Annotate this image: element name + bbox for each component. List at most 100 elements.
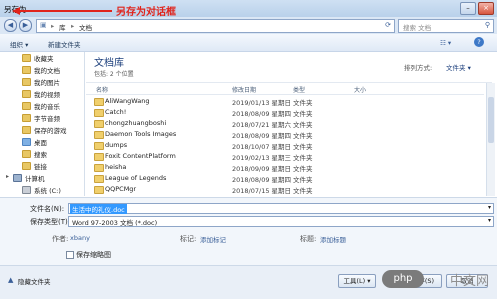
folder-icon bbox=[22, 114, 31, 122]
author-field[interactable]: xbany bbox=[70, 234, 90, 242]
folder-icon bbox=[94, 186, 104, 194]
folder-icon bbox=[94, 131, 104, 139]
nav-item-system-drive[interactable]: 系统 (C:) bbox=[0, 184, 84, 195]
folder-icon bbox=[94, 120, 104, 128]
nav-item-my-pictures[interactable]: 我的图片 bbox=[0, 76, 84, 87]
file-name: League of Legends bbox=[105, 174, 167, 182]
file-type: 文件夹 bbox=[293, 121, 313, 129]
collapse-icon[interactable]: ▲ bbox=[8, 276, 13, 284]
breadcrumb-separator-icon: ▸ bbox=[51, 22, 55, 30]
folder-icon bbox=[94, 164, 104, 172]
search-icon[interactable]: ⚲ bbox=[485, 21, 490, 29]
file-type: 文件夹 bbox=[293, 99, 313, 107]
nav-item-my-videos[interactable]: 我的视频 bbox=[0, 88, 84, 99]
file-date: 2018/07/21 星期六 bbox=[232, 121, 292, 129]
file-row[interactable]: heisha 2018/09/09 星期日 文件夹 bbox=[86, 162, 484, 173]
file-row[interactable]: QQPCMgr 2018/07/15 星期日 文件夹 bbox=[86, 184, 484, 195]
nav-item-my-documents[interactable]: 我的文档 bbox=[0, 64, 84, 75]
folder-icon bbox=[22, 66, 31, 74]
arrange-label: 排列方式: bbox=[404, 64, 433, 72]
organize-menu[interactable]: 组织 ▾ bbox=[10, 39, 28, 49]
file-name: AliWangWang bbox=[105, 97, 150, 105]
filename-value: 生活中的礼仪.doc bbox=[70, 204, 127, 214]
breadcrumb-separator-icon: ▸ bbox=[71, 22, 75, 30]
scrollbar-thumb[interactable] bbox=[488, 97, 494, 143]
title-field[interactable]: 添加标题 bbox=[320, 234, 346, 244]
nav-item-search[interactable]: 搜索 bbox=[0, 148, 84, 159]
folder-icon bbox=[22, 150, 31, 158]
folder-icon bbox=[94, 175, 104, 183]
library-title: 文档库 bbox=[94, 58, 124, 69]
chevron-down-icon[interactable]: ▾ bbox=[488, 217, 491, 224]
chevron-down-icon[interactable]: ▾ bbox=[488, 204, 491, 211]
thumbnail-checkbox[interactable] bbox=[66, 251, 74, 259]
file-list-scrollbar[interactable] bbox=[486, 83, 495, 196]
address-bar[interactable]: ▣ ▸ 库 ▸ 文档 ⟳ bbox=[36, 19, 395, 33]
back-button[interactable]: ◀ bbox=[4, 19, 17, 32]
nav-item-audio[interactable]: 字节音频 bbox=[0, 112, 84, 123]
minimize-button[interactable]: – bbox=[460, 2, 476, 15]
file-row[interactable]: AliWangWang 2019/01/13 星期日 文件夹 bbox=[86, 96, 484, 107]
nav-item-computer[interactable]: ▸ 计算机 bbox=[0, 172, 84, 183]
column-date[interactable]: 修改日期 bbox=[232, 85, 256, 94]
tags-field[interactable]: 添加标记 bbox=[200, 234, 226, 244]
file-row[interactable]: Catch! 2018/08/09 星期四 文件夹 bbox=[86, 107, 484, 118]
folder-icon bbox=[22, 78, 31, 86]
search-placeholder: 搜索 文档 bbox=[403, 24, 432, 32]
column-type[interactable]: 类型 bbox=[293, 85, 305, 94]
library-header: 文档库 包括: 2 个位置 排列方式: 文件夹 ▾ bbox=[86, 52, 492, 83]
drive-icon bbox=[22, 186, 31, 194]
folder-icon bbox=[94, 142, 104, 150]
savetype-select[interactable]: Word 97-2003 文档 (*.doc) ▾ bbox=[68, 216, 494, 227]
library-subtitle[interactable]: 包括: 2 个位置 bbox=[94, 69, 134, 78]
file-row[interactable]: League of Legends 2018/08/09 星期四 文件夹 bbox=[86, 173, 484, 184]
nav-item-favorites[interactable]: 收藏夹 bbox=[0, 52, 84, 63]
annotation-arrow bbox=[16, 10, 112, 12]
filename-field[interactable]: 生活中的礼仪.doc ▾ bbox=[68, 203, 494, 214]
file-type: 文件夹 bbox=[293, 110, 313, 118]
file-date: 2018/08/09 星期四 bbox=[232, 132, 292, 140]
annotation-arrowhead bbox=[12, 7, 20, 15]
arrange-dropdown[interactable]: 文件夹 ▾ bbox=[446, 62, 471, 72]
nav-item-my-music[interactable]: 我的音乐 bbox=[0, 100, 84, 111]
title-label: 标题: bbox=[300, 235, 317, 243]
file-date: 2018/08/09 星期四 bbox=[232, 110, 292, 118]
nav-item-links[interactable]: 链接 bbox=[0, 160, 84, 171]
column-name[interactable]: 名称 bbox=[96, 85, 108, 94]
file-type: 文件夹 bbox=[293, 165, 313, 173]
watermark-text: 中文网 bbox=[449, 274, 489, 289]
forward-button[interactable]: ▶ bbox=[19, 19, 32, 32]
hide-folders-button[interactable]: 隐藏文件夹 bbox=[18, 276, 51, 286]
close-button[interactable]: × bbox=[478, 2, 494, 15]
file-row[interactable]: Daemon Tools Images 2018/08/09 星期四 文件夹 bbox=[86, 129, 484, 140]
folder-icon bbox=[22, 126, 31, 134]
folder-icon bbox=[94, 109, 104, 117]
annotation-label: 另存为对话框 bbox=[116, 7, 176, 18]
new-folder-button[interactable]: 新建文件夹 bbox=[48, 39, 81, 49]
column-headers: 名称 修改日期 类型 大小 bbox=[86, 83, 484, 95]
refresh-icon[interactable]: ⟳ bbox=[385, 21, 391, 29]
navigation-pane: 收藏夹 我的文档 我的图片 我的视频 我的音乐 字节音频 保存的游戏 桌面 搜索… bbox=[0, 52, 85, 196]
file-date: 2018/08/09 星期四 bbox=[232, 176, 292, 184]
savetype-value: Word 97-2003 文档 (*.doc) bbox=[72, 219, 158, 227]
expand-arrow-icon[interactable]: ▸ bbox=[6, 173, 9, 180]
tools-button[interactable]: 工具(L) ▾ bbox=[338, 274, 376, 288]
breadcrumb-documents[interactable]: 文档 bbox=[79, 22, 92, 32]
address-row: ◀ ▶ ▣ ▸ 库 ▸ 文档 ⟳ 搜索 文档 ⚲ bbox=[0, 17, 497, 34]
file-row[interactable]: Foxit ContentPlatform 2019/02/13 星期三 文件夹 bbox=[86, 151, 484, 162]
folder-icon bbox=[22, 54, 31, 62]
help-button[interactable]: ? bbox=[474, 37, 484, 47]
column-size[interactable]: 大小 bbox=[354, 85, 366, 94]
savetype-label: 保存类型(T): bbox=[30, 218, 71, 226]
search-input[interactable]: 搜索 文档 ⚲ bbox=[398, 19, 494, 33]
title-bar: 另存为 – × bbox=[0, 0, 497, 18]
file-row[interactable]: dumps 2018/10/07 星期日 文件夹 bbox=[86, 140, 484, 151]
view-options-icon[interactable]: ☷ ▾ bbox=[440, 39, 451, 47]
breadcrumb-library[interactable]: 库 bbox=[59, 22, 66, 32]
save-form: 文件名(N): 生活中的礼仪.doc ▾ 保存类型(T): Word 97-20… bbox=[0, 197, 497, 265]
nav-item-saved-games[interactable]: 保存的游戏 bbox=[0, 124, 84, 135]
author-label: 作者: bbox=[52, 235, 69, 243]
folder-icon bbox=[22, 102, 31, 110]
file-row[interactable]: chongzhuangboshi 2018/07/21 星期六 文件夹 bbox=[86, 118, 484, 129]
nav-item-desktop[interactable]: 桌面 bbox=[0, 136, 84, 147]
